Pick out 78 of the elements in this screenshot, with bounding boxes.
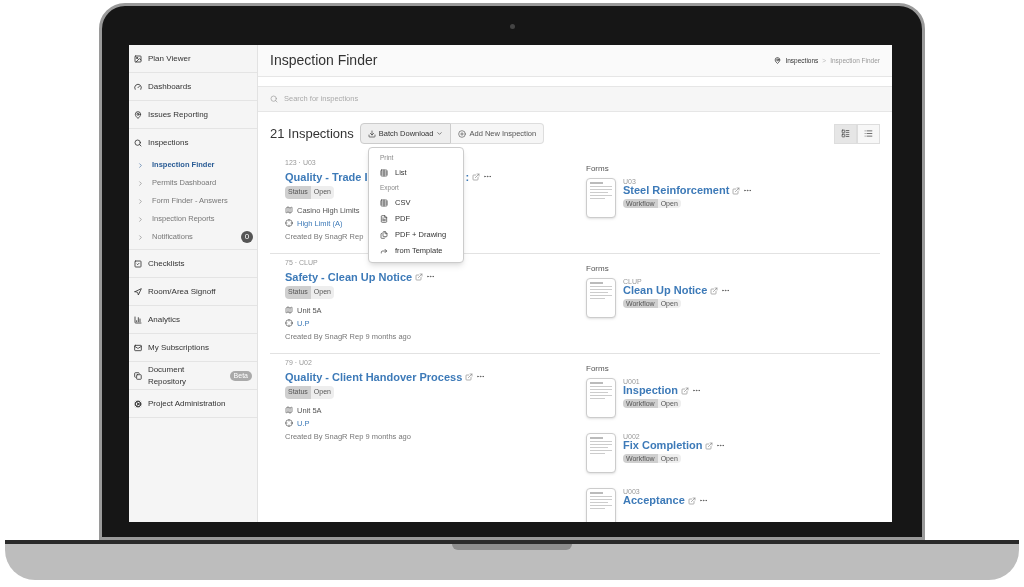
view-toggle-button[interactable] (857, 123, 880, 144)
sidebar-item[interactable]: Dashboards (129, 73, 257, 100)
forward-arrow-icon (380, 246, 388, 255)
external-link-icon[interactable] (465, 372, 474, 381)
more-icon[interactable] (716, 441, 726, 450)
navigation-arrow-icon (134, 287, 142, 296)
view-toggle-button[interactable] (834, 123, 857, 144)
map-icon (285, 306, 293, 315)
external-link-icon[interactable] (732, 186, 741, 195)
camera-icon (510, 24, 515, 29)
map-icon (285, 406, 293, 415)
form-thumbnail[interactable] (586, 378, 616, 418)
chevron-icon (137, 197, 144, 205)
sidebar-item[interactable]: Plan Viewer (129, 45, 257, 72)
form-thumbnail[interactable] (586, 488, 616, 522)
gauge-icon (134, 82, 142, 91)
plus-circle-icon (458, 129, 467, 138)
external-link-icon[interactable] (705, 441, 714, 450)
sidebar-item[interactable]: Room/Area Signoff (129, 278, 257, 305)
checkbox-icon (134, 259, 142, 268)
map-pin-icon (774, 57, 782, 64)
more-icon[interactable] (743, 186, 753, 195)
mail-icon (134, 343, 142, 352)
chevron-icon (137, 161, 144, 169)
forms-heading: Forms (586, 263, 610, 275)
sidebar-item[interactable]: Checklists (129, 250, 257, 277)
list-icon (864, 129, 873, 138)
page-title: Inspection Finder (270, 51, 378, 70)
form-title[interactable]: Steel Reinforcement (623, 185, 730, 196)
table-icon (380, 198, 388, 207)
caret-icon (436, 130, 444, 137)
map-icon (285, 206, 293, 215)
form-title[interactable]: Inspection (623, 385, 678, 396)
record-title[interactable]: Safety - Clean Up Notice (285, 268, 413, 285)
external-link-icon[interactable] (415, 272, 424, 281)
search-icon (134, 138, 142, 147)
external-link-icon[interactable] (710, 286, 719, 295)
cog-icon (134, 399, 142, 408)
chevron-icon (137, 215, 144, 223)
sidebar-item[interactable]: Analytics (129, 306, 257, 333)
bar-chart-icon (134, 315, 142, 324)
table-icon (380, 168, 388, 177)
more-icon[interactable] (721, 286, 731, 295)
file-icon (380, 214, 388, 223)
search-icon (270, 95, 278, 103)
download-icon (367, 129, 376, 138)
detailed-list-icon (841, 129, 850, 138)
sidebar-item[interactable]: My Subscriptions (129, 334, 257, 361)
form-title[interactable]: Clean Up Notice (623, 285, 708, 296)
image-icon (134, 54, 142, 63)
sidebar-item[interactable]: Issues Reporting (129, 101, 257, 128)
form-title[interactable]: Acceptance (623, 495, 685, 506)
inspection-title-fragment: : (465, 169, 470, 185)
map-pin-icon (134, 110, 142, 119)
record-title[interactable]: Quality - Client Handover Process (285, 368, 463, 385)
form-thumbnail[interactable] (586, 433, 616, 473)
files-icon (380, 230, 388, 239)
sidebar-item[interactable]: Project Administration (129, 390, 257, 417)
crosshair-icon (285, 419, 293, 428)
form-title[interactable]: Fix Completion (623, 440, 703, 451)
record-title[interactable]: Quality - Trade I (285, 168, 368, 185)
chevron-icon (137, 179, 144, 187)
inspection-count: 21 Inspections (270, 124, 354, 143)
form-thumbnail[interactable] (586, 278, 616, 318)
sidebar-item[interactable]: Inspections (129, 129, 257, 156)
external-link-icon[interactable] (472, 172, 481, 181)
external-link-icon[interactable] (681, 386, 689, 395)
chevron-icon (137, 233, 144, 241)
form-thumbnail[interactable] (586, 178, 616, 218)
forms-heading: Forms (586, 163, 610, 175)
crosshair-icon (285, 219, 293, 228)
more-icon[interactable] (698, 496, 708, 505)
copy-icon (134, 371, 142, 380)
forms-heading: Forms (586, 363, 610, 375)
count-badge: 0 (241, 231, 253, 243)
crosshair-icon (285, 319, 293, 328)
external-link-icon[interactable] (687, 496, 696, 505)
more-icon[interactable] (692, 386, 701, 395)
